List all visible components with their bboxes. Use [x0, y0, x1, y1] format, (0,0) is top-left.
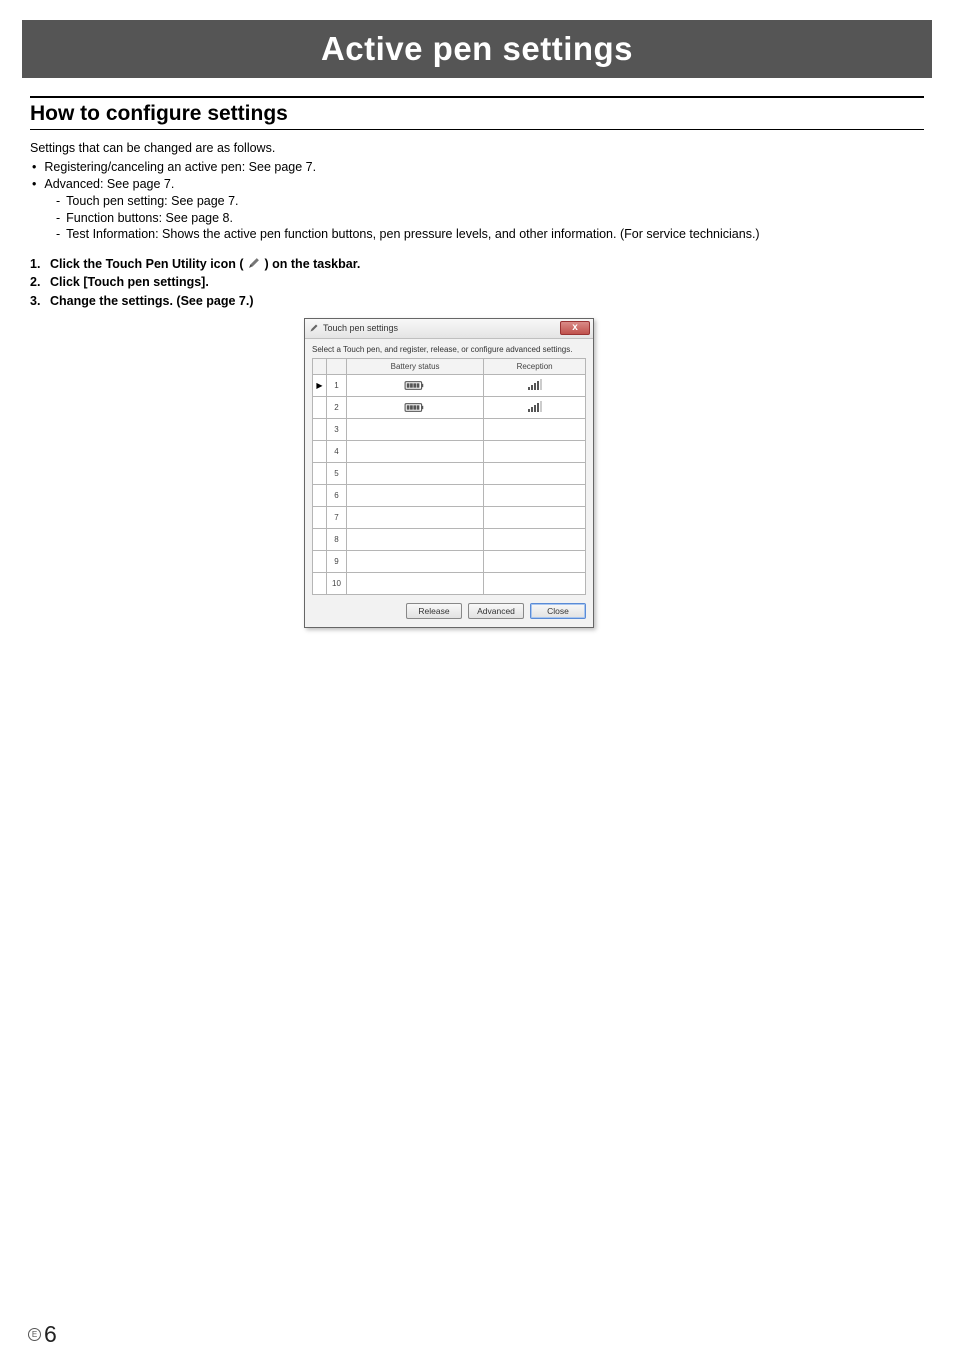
dialog-button-row: Release Advanced Close: [312, 603, 586, 619]
row-selector: [313, 484, 327, 506]
row-index: 4: [327, 440, 347, 462]
bullet-list: Registering/canceling an active pen: See…: [30, 159, 924, 193]
reception-cell: [484, 418, 586, 440]
page-title-bar: Active pen settings: [22, 20, 932, 78]
battery-cell: [347, 440, 484, 462]
close-icon[interactable]: x: [560, 321, 590, 335]
battery-cell: [347, 462, 484, 484]
advanced-button[interactable]: Advanced: [468, 603, 524, 619]
table-row[interactable]: 5: [313, 462, 586, 484]
col-reception: Reception: [484, 358, 586, 374]
row-selector: [313, 440, 327, 462]
battery-cell: [347, 374, 484, 396]
row-index: 10: [327, 572, 347, 594]
row-index: 6: [327, 484, 347, 506]
page-footer: E 6: [28, 1321, 57, 1348]
close-button[interactable]: Close: [530, 603, 586, 619]
table-row[interactable]: 4: [313, 440, 586, 462]
reception-cell: [484, 572, 586, 594]
sub-bullet-list: Touch pen setting: See page 7. Function …: [30, 193, 924, 244]
row-selector: [313, 396, 327, 418]
dialog-description: Select a Touch pen, and register, releas…: [312, 345, 586, 354]
step-text: Click [Touch pen settings].: [50, 273, 209, 291]
row-index: 5: [327, 462, 347, 484]
dialog-title-text: Touch pen settings: [323, 323, 398, 333]
step-1: 1. Click the Touch Pen Utility icon ( ) …: [30, 255, 924, 273]
edition-mark: E: [28, 1328, 41, 1341]
pen-table: Battery status Reception ▶12345678910: [312, 358, 586, 595]
reception-cell: [484, 550, 586, 572]
table-row[interactable]: 7: [313, 506, 586, 528]
step-1-text-a: Click the Touch Pen Utility icon (: [50, 257, 244, 271]
sub-bullet-item: Test Information: Shows the active pen f…: [56, 226, 924, 243]
row-selector: [313, 528, 327, 550]
dialog-titlebar: Touch pen settings x: [305, 319, 593, 339]
step-1-text-b: ) on the taskbar.: [265, 257, 361, 271]
row-index: 7: [327, 506, 347, 528]
reception-cell: [484, 396, 586, 418]
table-header-row: Battery status Reception: [313, 358, 586, 374]
section-heading: How to configure settings: [30, 96, 924, 130]
battery-cell: [347, 528, 484, 550]
battery-cell: [347, 418, 484, 440]
dialog-body: Select a Touch pen, and register, releas…: [305, 339, 593, 627]
pen-icon: [247, 256, 261, 270]
step-number: 2.: [30, 273, 50, 291]
row-selector: [313, 506, 327, 528]
sub-bullet-item: Touch pen setting: See page 7.: [56, 193, 924, 210]
col-battery: Battery status: [347, 358, 484, 374]
intro-text: Settings that can be changed are as foll…: [30, 140, 924, 157]
row-selector: [313, 572, 327, 594]
step-text: Change the settings. (See page 7.): [50, 292, 254, 310]
battery-cell: [347, 396, 484, 418]
step-text: Click the Touch Pen Utility icon ( ) on …: [50, 255, 360, 273]
row-index: 2: [327, 396, 347, 418]
steps-list: 1. Click the Touch Pen Utility icon ( ) …: [30, 255, 924, 309]
bullet-item: Advanced: See page 7.: [32, 176, 924, 193]
step-number: 1.: [30, 255, 50, 273]
row-index: 1: [327, 374, 347, 396]
page-title: Active pen settings: [321, 30, 633, 68]
reception-cell: [484, 440, 586, 462]
reception-cell: [484, 506, 586, 528]
row-selector: ▶: [313, 374, 327, 396]
content-area: How to configure settings Settings that …: [30, 96, 924, 628]
row-selector: [313, 418, 327, 440]
row-selector: [313, 462, 327, 484]
col-select: [313, 358, 327, 374]
table-row[interactable]: 9: [313, 550, 586, 572]
reception-cell: [484, 528, 586, 550]
battery-cell: [347, 550, 484, 572]
battery-cell: [347, 506, 484, 528]
table-row[interactable]: 6: [313, 484, 586, 506]
col-index: [327, 358, 347, 374]
row-index: 3: [327, 418, 347, 440]
battery-cell: [347, 572, 484, 594]
reception-cell: [484, 484, 586, 506]
reception-cell: [484, 462, 586, 484]
row-index: 9: [327, 550, 347, 572]
table-row[interactable]: 10: [313, 572, 586, 594]
sub-bullet-item: Function buttons: See page 8.: [56, 210, 924, 227]
table-row[interactable]: 3: [313, 418, 586, 440]
row-selector: [313, 550, 327, 572]
step-number: 3.: [30, 292, 50, 310]
pen-icon: [309, 323, 319, 333]
row-index: 8: [327, 528, 347, 550]
reception-cell: [484, 374, 586, 396]
battery-cell: [347, 484, 484, 506]
page-number: 6: [44, 1321, 57, 1348]
table-row[interactable]: ▶1: [313, 374, 586, 396]
step-2: 2. Click [Touch pen settings].: [30, 273, 924, 291]
bullet-item: Registering/canceling an active pen: See…: [32, 159, 924, 176]
release-button[interactable]: Release: [406, 603, 462, 619]
touch-pen-settings-dialog: Touch pen settings x Select a Touch pen,…: [304, 318, 594, 628]
table-row[interactable]: 2: [313, 396, 586, 418]
step-3: 3. Change the settings. (See page 7.): [30, 292, 924, 310]
table-row[interactable]: 8: [313, 528, 586, 550]
